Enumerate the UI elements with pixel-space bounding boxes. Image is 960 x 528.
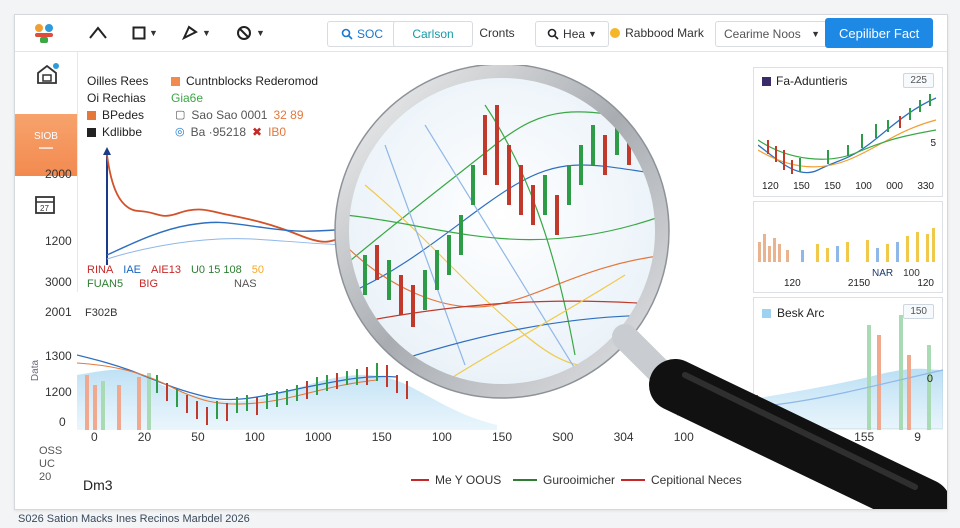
ticker-label: NAS (234, 278, 257, 290)
arrow-icon (103, 147, 111, 155)
legend-label: BPedes (102, 108, 145, 122)
legend-row: BPedes ▢ Sao Sao 0001 32 89 (87, 107, 318, 124)
legend-extra: Ba ·95218 (190, 125, 246, 139)
ticker-row-2: FUAN5 BIG NAS (87, 278, 257, 290)
close-icon[interactable]: ✖ (252, 124, 262, 141)
ticker-label: FUAN5 (87, 278, 124, 290)
legend-label: Kdlibbe (102, 125, 143, 139)
magnet-icon (237, 26, 252, 40)
legend-swatch (87, 128, 96, 137)
primary-action-button[interactable]: Cepiliber Fact (825, 18, 934, 48)
y-axis-label: 1200 (45, 385, 72, 399)
secondary-axis-labels: OSS UC 20 (39, 445, 62, 484)
legend-swatch (171, 77, 180, 86)
coin-icon (610, 28, 621, 38)
svg-text:27: 27 (40, 204, 49, 213)
chevron-down-icon: ▼ (149, 28, 158, 38)
x-axis-label: 20 (137, 430, 152, 444)
brand-selector[interactable]: Rabbood Mark (605, 21, 709, 45)
legend-extra: Sao Sao 0001 (191, 108, 268, 122)
app-window: ▼ ▼ ▼ SOC Carlson Cronts Hea ▼ Rabbood Ma… (14, 14, 948, 510)
select-value: Cearime Noos (724, 27, 801, 41)
chevron-down-icon: ▼ (811, 29, 820, 39)
main-line-chart (103, 147, 348, 265)
ticker-label: IAE (123, 264, 142, 276)
link-icon: ◎ (175, 126, 185, 138)
tab-label: Carlson (412, 27, 454, 41)
legend-label: Oi Rechias (87, 91, 146, 105)
indicator-tool-button[interactable]: ▼ (177, 21, 215, 45)
home-icon[interactable] (33, 62, 61, 86)
search-icon (341, 28, 353, 40)
timeframe-select[interactable]: Cearime Noos ▼ (715, 21, 829, 47)
y-axis-label: 2000 (45, 167, 72, 181)
legend-extra: 32 89 (273, 108, 304, 122)
pen-icon (181, 25, 198, 41)
sidebar-item-sub: ▔▔ (39, 148, 53, 158)
legend-extra: Gia6e (171, 91, 204, 105)
symbol-search-button[interactable]: SOC (327, 21, 397, 47)
y-axis-title: Data (30, 359, 42, 382)
axis-label: OSS (39, 445, 63, 457)
x-axis-label: 0 (91, 430, 98, 444)
legend-extra: Cuntnblocks Rederomod (186, 74, 319, 88)
x-axis-label: 50 (191, 430, 205, 444)
legend-row: Kdlibbe ◎ Ba ·95218 ✖ IB0 (87, 124, 318, 141)
symbol-search-label: SOC (356, 27, 383, 41)
chevron-down-icon: ▼ (588, 29, 597, 39)
y-axis-label: 1300 (45, 349, 72, 363)
ticker-label: AIE13 (151, 264, 181, 276)
search-button[interactable]: Hea ▼ (535, 21, 609, 47)
y-axis-label: 2001 (45, 305, 72, 319)
chevron-down-icon: ▼ (256, 28, 265, 38)
info-icon: ▢ (175, 109, 186, 121)
series-line-orange (106, 154, 348, 243)
sidebar-item-label: SIOB (34, 131, 58, 142)
drawing-tool-icon[interactable] (85, 21, 111, 45)
magnet-tool-button[interactable]: ▼ (231, 21, 269, 45)
y-axis-label: 1200 (45, 234, 72, 248)
legend-extra: IB0 (268, 125, 287, 139)
legend-row: Oi Rechias Gia6e (87, 90, 318, 107)
y-axis-label: 0 (926, 373, 933, 385)
calendar-icon[interactable]: 27 (31, 192, 59, 216)
toolbar: ▼ ▼ ▼ SOC Carlson Cronts Hea ▼ Rabbood Ma… (15, 15, 947, 52)
brand-label: Rabbood Mark (625, 26, 704, 40)
square-icon (132, 26, 146, 40)
ticker-label: RINA (87, 264, 114, 276)
series-line-lightblue (106, 238, 348, 260)
y-axis-label: 0 (59, 415, 66, 429)
ticker-row: RINA IAE AIE13 U0 15 108 50 (87, 264, 264, 276)
bottom-chart-label: Dm3 (83, 477, 113, 493)
app-logo-icon (29, 21, 59, 45)
search-icon (547, 28, 559, 40)
legend-row: Oilles Rees Cuntnblocks Rederomod (87, 73, 318, 90)
ticker-label: 50 (251, 264, 264, 276)
legend-label: Oilles Rees (87, 74, 149, 88)
legend-swatch (87, 111, 96, 120)
y-axis-label: 3000 (45, 275, 72, 289)
shape-tool-button[interactable]: ▼ (129, 21, 161, 45)
search-label: Hea (563, 27, 586, 41)
axis-label: 20 (39, 471, 52, 483)
chevron-down-icon: ▼ (202, 28, 211, 38)
footer-caption: S026 Sation Macks Ines Recinos Marbdel 2… (18, 513, 250, 525)
tab-carlson[interactable]: Carlson (393, 21, 473, 47)
tab-cronts[interactable]: Cronts (471, 21, 523, 45)
magnifying-glass-icon (334, 65, 947, 509)
x-axis-label: 100 (244, 430, 265, 444)
axis-label: UC (39, 458, 55, 470)
ticker-label: BIG (139, 278, 159, 290)
main-chart-legend: Oilles Rees Cuntnblocks Rederomod Oi Rec… (87, 73, 318, 141)
ticker-label: U0 15 108 (190, 264, 242, 276)
primary-button-label: Cepiliber Fact (839, 25, 920, 41)
tab-label: Cronts (479, 26, 515, 40)
